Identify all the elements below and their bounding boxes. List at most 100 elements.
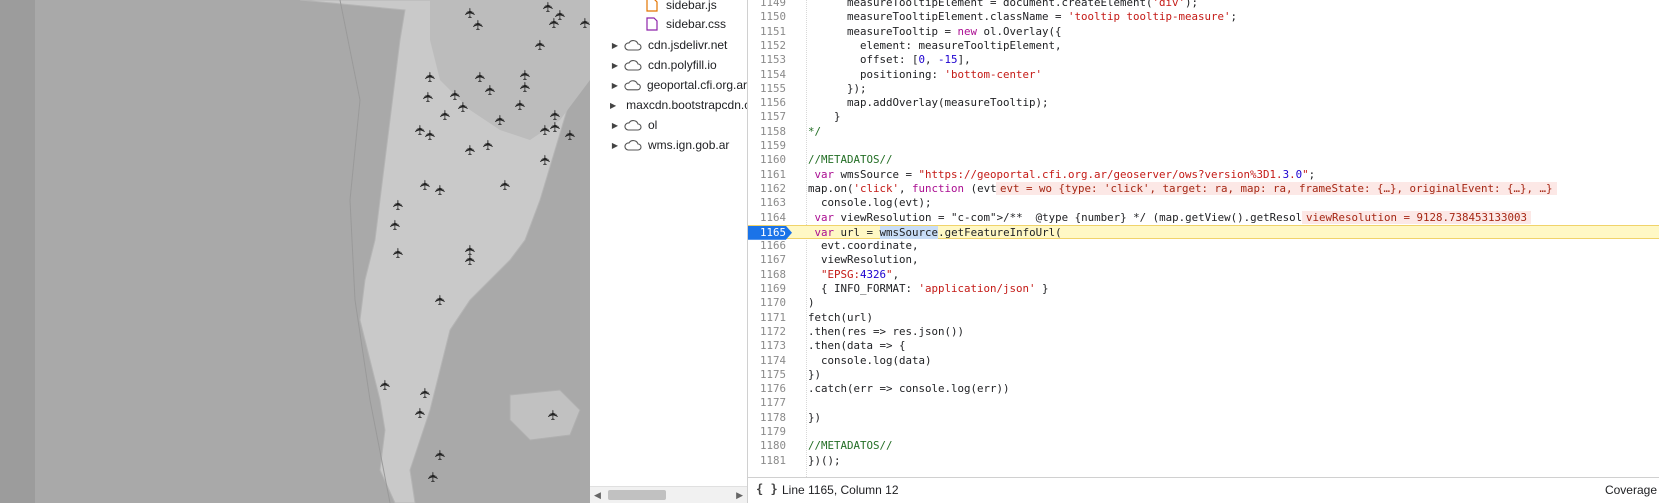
line-number[interactable]: 1153 (748, 53, 786, 67)
coverage-label[interactable]: Coverage (1605, 483, 1657, 497)
airplane-icon[interactable]: ✈ (447, 89, 463, 101)
code-line[interactable]: 1155 }); (748, 82, 1659, 96)
code-line[interactable]: 1151 measureTooltip = new ol.Overlay({ (748, 25, 1659, 39)
code-line[interactable]: 1160 //METADATOS// (748, 153, 1659, 167)
airplane-icon[interactable]: ✈ (432, 184, 448, 196)
code-line[interactable]: 1169 { INFO_FORMAT: 'application/json' } (748, 282, 1659, 296)
line-number[interactable]: 1177 (748, 396, 786, 410)
line-number[interactable]: 1154 (748, 68, 786, 82)
airplane-icon[interactable]: ✈ (497, 179, 513, 191)
code-line[interactable]: 1171 fetch(url) (748, 311, 1659, 325)
domain-item-cdn-polyfill[interactable]: ▶ cdn.polyfill.io (590, 55, 747, 75)
airplane-icon[interactable]: ✈ (455, 101, 471, 113)
code-line[interactable]: 1166 evt.coordinate, (748, 239, 1659, 253)
airplane-icon[interactable]: ✈ (422, 71, 438, 83)
airplane-icon[interactable]: ✈ (482, 84, 498, 96)
code-line[interactable]: 1150 measureTooltipElement.className = '… (748, 10, 1659, 24)
airplane-icon[interactable]: ✈ (462, 254, 478, 266)
expand-arrow-icon[interactable]: ▶ (610, 141, 620, 150)
airplane-icon[interactable]: ✈ (432, 449, 448, 461)
domain-item-ol[interactable]: ▶ ol (590, 115, 747, 135)
code-line[interactable]: 1158 */ (748, 125, 1659, 139)
code-line[interactable]: 1159 (748, 139, 1659, 153)
domain-item-wms-ign[interactable]: ▶ wms.ign.gob.ar (590, 135, 747, 155)
airplane-icon[interactable]: ✈ (472, 71, 488, 83)
line-number[interactable]: 1149 (748, 0, 786, 10)
line-number[interactable]: 1171 (748, 311, 786, 325)
file-item-sidebar-css[interactable]: sidebar.css (646, 14, 726, 34)
airplane-icon[interactable]: ✈ (390, 199, 406, 211)
airplane-icon[interactable]: ✈ (387, 219, 403, 231)
code-line[interactable]: 1172 .then(res => res.json()) (748, 325, 1659, 339)
code-line[interactable]: 1154 positioning: 'bottom-center' (748, 68, 1659, 82)
airplane-icon[interactable]: ✈ (390, 247, 406, 259)
code-line[interactable]: 1176 .catch(err => console.log(err)) (748, 382, 1659, 396)
line-number[interactable]: 1175 (748, 368, 786, 382)
airplane-icon[interactable]: ✈ (412, 407, 428, 419)
line-number[interactable]: 1160 (748, 153, 786, 167)
expand-arrow-icon[interactable]: ▶ (610, 61, 620, 70)
airplane-icon[interactable]: ✈ (417, 387, 433, 399)
line-number[interactable]: 1173 (748, 339, 786, 353)
code-line[interactable]: 1179 (748, 425, 1659, 439)
code-line[interactable]: 1149 measureTooltipElement = document.cr… (748, 0, 1659, 10)
airplane-icon[interactable]: ✈ (532, 39, 548, 51)
line-number[interactable]: 1180 (748, 439, 786, 453)
line-number[interactable]: 1166 (748, 239, 786, 253)
airplane-icon[interactable]: ✈ (470, 19, 486, 31)
line-number[interactable]: 1178 (748, 411, 786, 425)
code-line[interactable]: 1167 viewResolution, (748, 253, 1659, 267)
airplane-icon[interactable]: ✈ (537, 154, 553, 166)
line-number[interactable]: 1162 (748, 182, 786, 196)
airplane-icon[interactable]: ✈ (462, 244, 478, 256)
code-line[interactable]: 1174 console.log(data) (748, 354, 1659, 368)
code-line[interactable]: 1177 (748, 396, 1659, 410)
line-number[interactable]: 1164 (748, 211, 786, 225)
code-line[interactable]: 1161 var wmsSource = "https://geoportal.… (748, 168, 1659, 182)
scroll-left-icon[interactable]: ◀ (594, 490, 601, 501)
domain-item-maxcdn[interactable]: ▶ maxcdn.bootstrapcdn.com (590, 95, 747, 115)
line-number[interactable]: 1159 (748, 139, 786, 153)
line-number[interactable]: 1176 (748, 382, 786, 396)
line-number[interactable]: 1169 (748, 282, 786, 296)
code-line[interactable]: 1157 } (748, 110, 1659, 124)
airplane-icon[interactable]: ✈ (547, 109, 563, 121)
airplane-icon[interactable]: ✈ (462, 144, 478, 156)
code-line[interactable]: 1168 "EPSG:4326", (748, 268, 1659, 282)
expand-arrow-icon[interactable]: ▶ (610, 121, 620, 130)
code-line[interactable]: 1165 var url = wmsSource.getFeatureInfoU… (748, 224, 1659, 240)
line-number[interactable]: 1174 (748, 354, 786, 368)
airplane-icon[interactable]: ✈ (512, 99, 528, 111)
code-line[interactable]: 1164 var viewResolution = "c-com">/** @t… (748, 210, 1659, 225)
line-number[interactable]: 1155 (748, 82, 786, 96)
map-viewport[interactable]: ✈ ✈ ✈ ✈ ✈ ✈ ✈ ✈ ✈ ✈ ✈ ✈ ✈ ✈ ✈ ✈ ✈ ✈ ✈ ✈ ✈ ✈ ✈ ✈ ✈ ✈ ✈ ✈ ✈ ✈ ✈ ✈ ✈ ✈ ✈ ✈ ✈ ✈ ✈ ✈… (0, 0, 590, 503)
line-number[interactable]: 1163 (748, 196, 786, 210)
code-line[interactable]: 1175}) (748, 368, 1659, 382)
line-number[interactable]: 1156 (748, 96, 786, 110)
airplane-icon[interactable]: ✈ (420, 91, 436, 103)
airplane-icon[interactable]: ✈ (562, 129, 578, 141)
file-item-sidebar-js[interactable]: sidebar.js (646, 0, 717, 15)
airplane-icon[interactable]: ✈ (517, 69, 533, 81)
expand-arrow-icon[interactable]: ▶ (610, 101, 616, 110)
line-number[interactable]: 1167 (748, 253, 786, 267)
scrollbar-thumb[interactable] (608, 490, 666, 500)
line-number[interactable]: 1151 (748, 25, 786, 39)
code-line[interactable]: 1152 element: measureTooltipElement, (748, 39, 1659, 53)
airplane-icon[interactable]: ✈ (437, 109, 453, 121)
expand-arrow-icon[interactable]: ▶ (610, 81, 620, 90)
line-number[interactable]: 1172 (748, 325, 786, 339)
airplane-icon[interactable]: ✈ (417, 179, 433, 191)
code-line[interactable]: 1156 map.addOverlay(measureTooltip); (748, 96, 1659, 110)
line-number[interactable]: 1170 (748, 296, 786, 310)
code-line[interactable]: 1180 //METADATOS// (748, 439, 1659, 453)
line-number[interactable]: 1181 (748, 454, 786, 468)
line-number[interactable]: 1179 (748, 425, 786, 439)
line-number[interactable]: 1168 (748, 268, 786, 282)
pretty-print-icon[interactable]: { } (756, 482, 778, 496)
airplane-icon[interactable]: ✈ (552, 9, 568, 21)
code-line[interactable]: 1162 map.on('click', function (evt) {evt … (748, 181, 1659, 196)
domain-item-cdn-jsdelivr[interactable]: ▶ cdn.jsdelivr.net (590, 35, 747, 55)
domain-item-geoportal[interactable]: ▶ geoportal.cfi.org.ar (590, 75, 747, 95)
airplane-icon[interactable]: ✈ (537, 124, 553, 136)
